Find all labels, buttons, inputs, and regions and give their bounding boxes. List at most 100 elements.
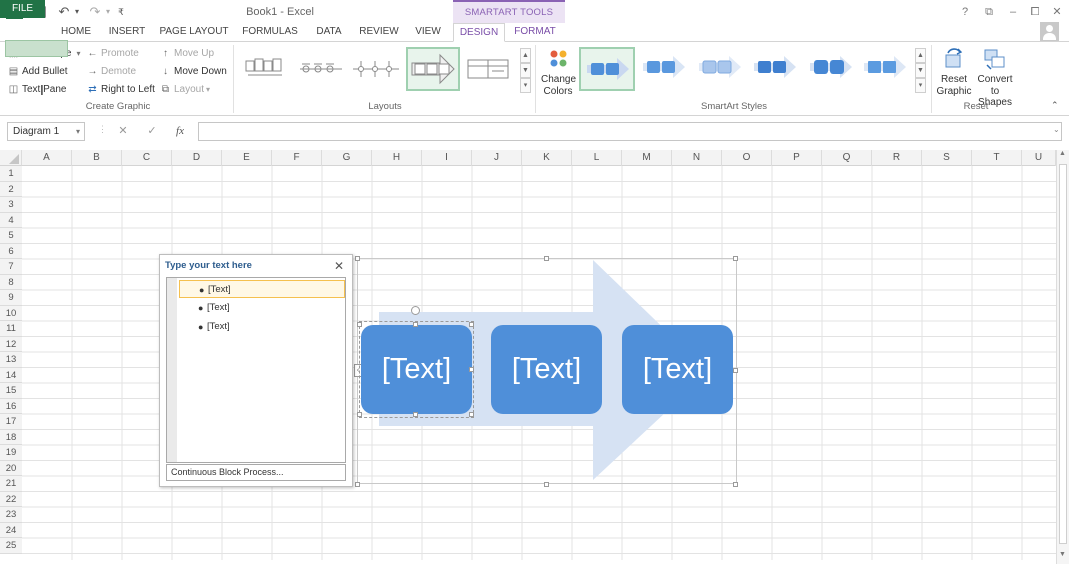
smartart-shape-3[interactable]: [Text]	[622, 325, 733, 414]
shape-handle[interactable]	[413, 412, 418, 417]
column-header[interactable]: M	[622, 150, 672, 166]
scroll-down-icon[interactable]: ▼	[1059, 551, 1066, 558]
rotate-handle-icon[interactable]	[411, 306, 420, 315]
column-header[interactable]: L	[572, 150, 622, 166]
row-header[interactable]: 10	[0, 305, 22, 321]
column-header[interactable]: A	[22, 150, 72, 166]
shape-handle[interactable]	[469, 367, 474, 372]
account-avatar-icon[interactable]	[1040, 22, 1059, 41]
smartart-shape-1[interactable]: [Text]	[361, 325, 472, 414]
layouts-scroll-up-icon[interactable]: ▲	[520, 48, 531, 63]
smartart-style-3[interactable]	[693, 47, 749, 91]
smartart-style-2[interactable]	[637, 47, 693, 91]
layout-option-3[interactable]	[349, 47, 403, 91]
row-header[interactable]: 6	[0, 243, 22, 259]
row-header[interactable]: 24	[0, 522, 22, 538]
row-header[interactable]: 5	[0, 228, 22, 244]
column-header[interactable]: R	[872, 150, 922, 166]
text-pane-item[interactable]: ● [Text]	[179, 318, 345, 336]
column-header[interactable]: K	[522, 150, 572, 166]
column-header[interactable]: T	[972, 150, 1022, 166]
column-header[interactable]: J	[472, 150, 522, 166]
tab-review[interactable]: REVIEW	[356, 23, 402, 41]
row-header[interactable]: 22	[0, 491, 22, 507]
select-all-corner[interactable]	[0, 150, 22, 166]
layouts-scroll-down-icon[interactable]: ▼	[520, 63, 531, 78]
tab-data[interactable]: DATA	[309, 23, 349, 41]
column-header[interactable]: B	[72, 150, 122, 166]
column-header[interactable]: D	[172, 150, 222, 166]
row-header[interactable]: 8	[0, 274, 22, 290]
column-header[interactable]: I	[422, 150, 472, 166]
close-icon[interactable]: ✕	[1048, 4, 1066, 20]
layout-button[interactable]: ⧉ Layout ▾	[159, 81, 210, 98]
collapse-ribbon-icon[interactable]: ⌃	[1051, 100, 1059, 111]
column-header[interactable]: S	[922, 150, 972, 166]
restore-icon[interactable]: ⧠	[1026, 4, 1044, 20]
column-header[interactable]: F	[272, 150, 322, 166]
demote-button[interactable]: → Demote	[86, 63, 137, 80]
column-header[interactable]: U	[1022, 150, 1056, 166]
shape-handle[interactable]	[357, 412, 362, 417]
row-header[interactable]: 4	[0, 212, 22, 228]
layouts-more-icon[interactable]: ▾	[520, 78, 531, 93]
promote-button[interactable]: ← Promote	[86, 45, 139, 62]
text-pane-item[interactable]: ● [Text]	[179, 299, 345, 317]
scrollbar-thumb[interactable]	[1059, 164, 1067, 544]
row-header[interactable]: 20	[0, 460, 22, 476]
column-header[interactable]: G	[322, 150, 372, 166]
help-icon[interactable]: ?	[956, 4, 974, 20]
insert-function-icon[interactable]: fx	[170, 122, 190, 141]
text-pane-close-icon[interactable]: ✕	[334, 259, 344, 273]
row-header[interactable]: 19	[0, 445, 22, 461]
smartart-style-5[interactable]	[804, 47, 860, 91]
row-header[interactable]: 14	[0, 367, 22, 383]
shape-handle[interactable]	[469, 412, 474, 417]
layout-option-1[interactable]	[238, 47, 292, 91]
row-header[interactable]: 17	[0, 414, 22, 430]
smartart-style-1[interactable]	[579, 47, 635, 91]
convert-to-shapes-button[interactable]: Convert to Shapes	[973, 46, 1017, 108]
expand-formula-bar-icon[interactable]: ⌄	[1053, 125, 1060, 134]
change-colors-button[interactable]: Change Colors	[541, 46, 576, 98]
minimize-icon[interactable]: –	[1004, 4, 1022, 20]
row-header[interactable]: 3	[0, 197, 22, 213]
row-header[interactable]: 23	[0, 507, 22, 523]
vertical-scrollbar[interactable]: ▲ ▼	[1056, 150, 1069, 564]
cancel-entry-icon[interactable]: ✕	[113, 122, 133, 141]
styles-scroll-down-icon[interactable]: ▼	[915, 63, 926, 78]
styles-more-icon[interactable]: ▾	[915, 78, 926, 93]
row-header[interactable]: 21	[0, 476, 22, 492]
text-pane-item[interactable]: ● [Text]	[179, 280, 345, 298]
tab-design[interactable]: DESIGN	[453, 23, 505, 42]
tab-formulas[interactable]: FORMULAS	[238, 23, 302, 41]
styles-scroll-up-icon[interactable]: ▲	[915, 48, 926, 63]
shape-handle[interactable]	[469, 322, 474, 327]
row-header[interactable]: 7	[0, 259, 22, 275]
row-header[interactable]: 11	[0, 321, 22, 337]
text-pane-layout-description[interactable]: Continuous Block Process...	[166, 464, 346, 481]
shape-handle[interactable]	[413, 322, 418, 327]
column-header[interactable]: H	[372, 150, 422, 166]
tab-home[interactable]: HOME	[54, 23, 98, 41]
row-header[interactable]: 12	[0, 336, 22, 352]
right-to-left-button[interactable]: ⇄ Right to Left	[86, 81, 155, 98]
text-pane-button[interactable]: ◫ Text Pane	[7, 81, 67, 98]
smartart-style-6[interactable]	[858, 47, 914, 91]
name-box[interactable]: Diagram 1 ▾	[7, 122, 85, 141]
row-header[interactable]: 25	[0, 538, 22, 554]
smartart-style-4[interactable]	[748, 47, 804, 91]
layout-option-2[interactable]	[294, 47, 348, 91]
scroll-up-icon[interactable]: ▲	[1059, 150, 1066, 157]
reset-graphic-button[interactable]: Reset Graphic	[936, 46, 972, 100]
column-header[interactable]: C	[122, 150, 172, 166]
tab-file[interactable]: FILE	[0, 0, 45, 18]
row-header[interactable]: 9	[0, 290, 22, 306]
tab-insert[interactable]: INSERT	[104, 23, 150, 41]
layout-option-continuous-block-process[interactable]	[406, 47, 460, 91]
smartart-shape-2[interactable]: [Text]	[491, 325, 602, 414]
column-header[interactable]: P	[772, 150, 822, 166]
add-bullet-button[interactable]: ▤ Add Bullet	[7, 63, 68, 80]
column-header[interactable]: N	[672, 150, 722, 166]
row-header[interactable]: 18	[0, 429, 22, 445]
